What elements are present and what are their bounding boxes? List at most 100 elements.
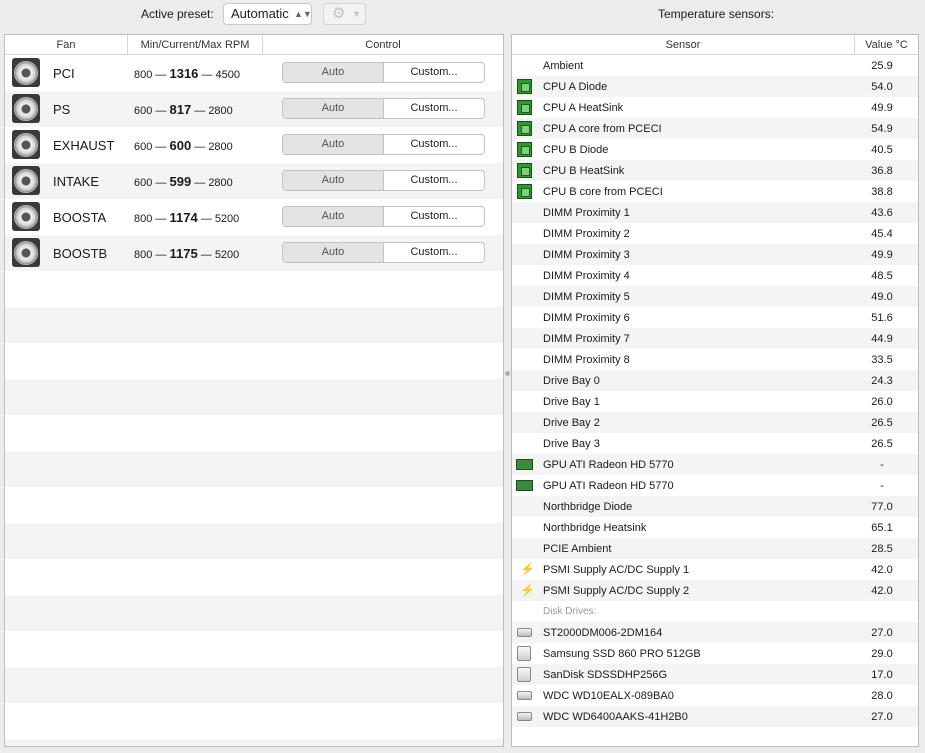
sensor-row[interactable]: DIMM Proximity 6 51.6 (512, 307, 918, 328)
fan-row[interactable]: EXHAUST 600 — 600 — 2800 Auto Custom... (5, 127, 503, 163)
fan-row[interactable]: PS 600 — 817 — 2800 Auto Custom... (5, 91, 503, 127)
custom-button[interactable]: Custom... (384, 243, 484, 262)
fan-rpm-min: 800 (134, 68, 153, 81)
empty-row (5, 487, 503, 523)
fan-rpm: 600 — 599 — 2800 (134, 173, 233, 189)
fan-rpm-max: 2800 (208, 140, 233, 153)
sensor-row[interactable]: Samsung SSD 860 PRO 512GB 29.0 (512, 643, 918, 664)
custom-button[interactable]: Custom... (384, 99, 484, 118)
sensor-name: SanDisk SDSSDHP256G (543, 668, 668, 681)
fan-icon (12, 58, 40, 87)
sensor-value: 26.5 (871, 437, 893, 450)
sensor-value: 40.5 (871, 143, 893, 156)
preset-settings-button[interactable]: ⚙ ▼ (323, 3, 366, 25)
fan-row[interactable]: INTAKE 600 — 599 — 2800 Auto Custom... (5, 163, 503, 199)
auto-button[interactable]: Auto (283, 63, 384, 82)
fan-rpm-min: 600 (134, 176, 153, 189)
fan-row[interactable]: BOOSTB 800 — 1175 — 5200 Auto Custom... (5, 235, 503, 271)
empty-row (5, 667, 503, 703)
sensor-row[interactable]: Northbridge Diode 77.0 (512, 496, 918, 517)
column-header-control[interactable]: Control (263, 35, 503, 54)
sensor-name: Ambient (543, 59, 584, 72)
sensor-value: 25.9 (871, 59, 893, 72)
sensor-row[interactable]: ST2000DM006-2DM164 27.0 (512, 622, 918, 643)
auto-button[interactable]: Auto (283, 243, 384, 262)
sensor-value: 42.0 (871, 584, 893, 597)
sensor-row[interactable]: CPU B Diode 40.5 (512, 139, 918, 160)
empty-row (5, 415, 503, 451)
sensor-row[interactable]: Drive Bay 2 26.5 (512, 412, 918, 433)
fan-row[interactable]: PCI 800 — 1316 — 4500 Auto Custom... (5, 55, 503, 91)
empty-row (5, 559, 503, 595)
sensor-row[interactable]: ⚡ PSMI Supply AC/DC Supply 1 42.0 (512, 559, 918, 580)
sensor-row[interactable]: Drive Bay 3 26.5 (512, 433, 918, 454)
auto-button[interactable]: Auto (283, 135, 384, 154)
sensor-row[interactable]: GPU ATI Radeon HD 5770 - (512, 454, 918, 475)
sensor-name: DIMM Proximity 6 (543, 311, 630, 324)
sensor-name: DIMM Proximity 2 (543, 227, 630, 240)
temperature-sensors-label: Temperature sensors: (658, 7, 775, 21)
sensor-row[interactable]: Ambient 25.9 (512, 55, 918, 76)
auto-button[interactable]: Auto (283, 207, 384, 226)
sensor-name: Northbridge Diode (543, 500, 633, 513)
column-header-rpm[interactable]: Min/Current/Max RPM (128, 35, 263, 54)
fan-rpm-min: 600 (134, 140, 153, 153)
custom-button[interactable]: Custom... (384, 171, 484, 190)
fan-rpm-current: 599 (169, 173, 192, 189)
sensor-row[interactable]: CPU A Diode 54.0 (512, 76, 918, 97)
sensor-row[interactable]: PCIE Ambient 28.5 (512, 538, 918, 559)
sensor-row[interactable]: DIMM Proximity 8 33.5 (512, 349, 918, 370)
fan-control-segment: Auto Custom... (282, 134, 485, 155)
column-header-fan[interactable]: Fan (5, 35, 128, 54)
sensor-row[interactable]: DIMM Proximity 3 49.9 (512, 244, 918, 265)
gpu-card-icon (516, 459, 533, 470)
sensor-row[interactable]: WDC WD10EALX-089BA0 28.0 (512, 685, 918, 706)
sensor-row[interactable]: DIMM Proximity 5 49.0 (512, 286, 918, 307)
fan-row[interactable]: BOOSTA 800 — 1174 — 5200 Auto Custom... (5, 199, 503, 235)
sensor-row[interactable]: CPU A core from PCECI 54.9 (512, 118, 918, 139)
fan-rpm-current: 600 (169, 137, 192, 153)
split-view-divider[interactable] (505, 371, 510, 376)
fan-rpm-current: 1174 (169, 209, 198, 225)
sensor-name: DIMM Proximity 7 (543, 332, 630, 345)
sensor-row[interactable]: CPU A HeatSink 49.9 (512, 97, 918, 118)
fan-icon (12, 94, 40, 123)
sensor-row[interactable]: DIMM Proximity 1 43.6 (512, 202, 918, 223)
fan-rpm-max: 4500 (215, 68, 241, 81)
custom-button[interactable]: Custom... (384, 135, 484, 154)
sensor-row[interactable]: ⚡ PSMI Supply AC/DC Supply 2 42.0 (512, 580, 918, 601)
sensor-row[interactable]: DIMM Proximity 7 44.9 (512, 328, 918, 349)
sensor-row[interactable]: DIMM Proximity 4 48.5 (512, 265, 918, 286)
sensor-value: - (880, 479, 884, 492)
cpu-chip-icon (517, 100, 532, 115)
sensor-value: 29.0 (871, 647, 893, 660)
sensor-row[interactable]: SanDisk SDSSDHP256G 17.0 (512, 664, 918, 685)
sensor-name: Drive Bay 3 (543, 437, 600, 450)
sensor-row[interactable]: DIMM Proximity 2 45.4 (512, 223, 918, 244)
power-bolt-icon: ⚡ (520, 583, 535, 597)
sensor-name: Northbridge Heatsink (543, 521, 647, 534)
sensor-name: DIMM Proximity 8 (543, 353, 630, 366)
sensor-row[interactable]: CPU B HeatSink 36.8 (512, 160, 918, 181)
auto-button[interactable]: Auto (283, 171, 384, 190)
custom-button[interactable]: Custom... (384, 63, 484, 82)
sensor-row[interactable]: CPU B core from PCECI 38.8 (512, 181, 918, 202)
sensor-row[interactable]: WDC WD6400AAKS-41H2B0 27.0 (512, 706, 918, 727)
sensor-name: CPU A core from PCECI (543, 122, 662, 135)
sensor-row[interactable]: Drive Bay 0 24.3 (512, 370, 918, 391)
auto-button[interactable]: Auto (283, 99, 384, 118)
sensor-name: CPU A Diode (543, 80, 608, 93)
empty-row (5, 631, 503, 667)
cpu-chip-icon (517, 184, 532, 199)
empty-row (5, 523, 503, 559)
sensor-name: Disk Drives: (543, 606, 597, 617)
preset-select[interactable]: Automatic ▲▼ (223, 3, 312, 25)
fan-name: BOOSTA (53, 209, 107, 225)
column-header-sensor[interactable]: Sensor (512, 35, 855, 54)
custom-button[interactable]: Custom... (384, 207, 484, 226)
sensor-row[interactable]: Northbridge Heatsink 65.1 (512, 517, 918, 538)
sensor-row[interactable]: GPU ATI Radeon HD 5770 - (512, 475, 918, 496)
sensor-value: 49.9 (871, 101, 893, 114)
column-header-value[interactable]: Value °C (855, 35, 918, 54)
sensor-row[interactable]: Drive Bay 1 26.0 (512, 391, 918, 412)
